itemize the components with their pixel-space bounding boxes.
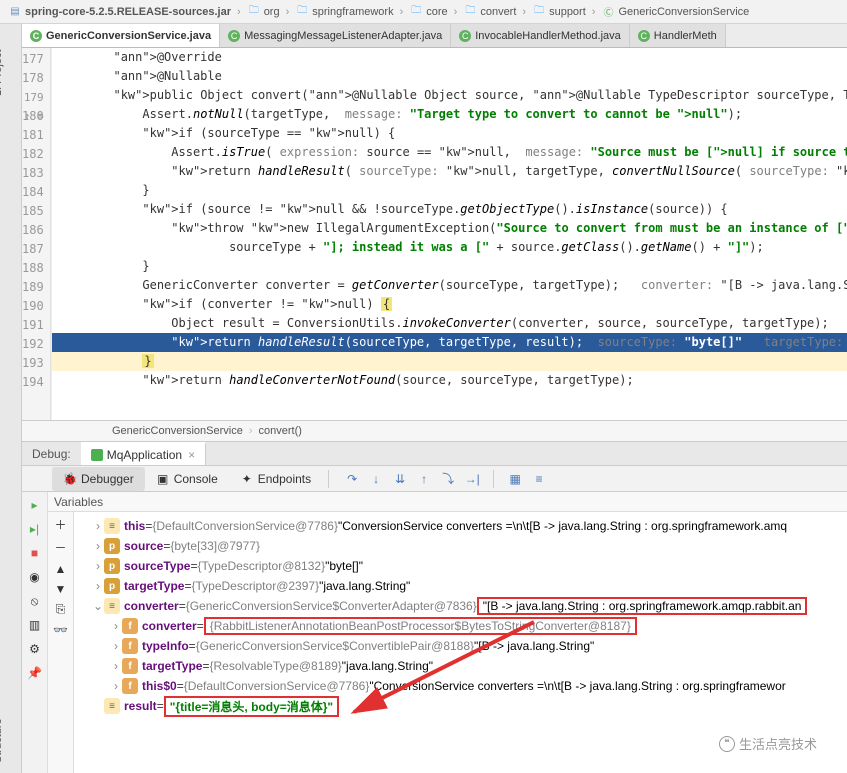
structure-tool-button[interactable]: Structure — [0, 718, 4, 763]
code-editor[interactable]: 177178179 ↑ ⊜180181182183184185186187188… — [22, 48, 847, 438]
java-file-icon: C — [459, 30, 471, 42]
view-breakpoints-icon[interactable]: ◉ — [26, 568, 44, 586]
rerun-icon[interactable]: ▸| — [26, 520, 44, 538]
step-over-icon[interactable]: ↷ — [343, 470, 361, 488]
left-tool-stripe: 1: Project Structure — [0, 24, 22, 773]
endpoints-icon: ✦ — [240, 472, 254, 486]
folder-icon: 🗀 — [463, 5, 477, 19]
wechat-icon: ❝ — [719, 736, 735, 752]
file-tab[interactable]: CHandlerMeth — [630, 24, 726, 47]
variables-body: ＋ － ▲ ▼ ⎘ 👓 ›≡this = {DefaultConversionS… — [48, 512, 847, 773]
watermark: ❝ 生活点亮技术 — [719, 734, 817, 753]
debug-tool-window-tabs: Debug: MqApplication × — [22, 442, 847, 466]
crumb-jar[interactable]: ▤spring-core-5.2.5.RELEASE-sources.jar — [4, 5, 235, 19]
debugger-tab[interactable]: 🐞Debugger — [52, 467, 145, 491]
debug-left-toolbar: ▸ ▸| ■ ◉ ⦸ ▥ ⚙ 📌 — [22, 492, 48, 773]
vars-toolbar: ＋ － ▲ ▼ ⎘ 👓 — [48, 512, 74, 773]
pin-icon[interactable]: 📌 — [26, 664, 44, 682]
variable-row[interactable]: ›fconverter = {RabbitListenerAnnotationB… — [74, 616, 847, 636]
close-session-icon[interactable]: × — [188, 448, 195, 462]
glasses-icon[interactable]: 👓 — [53, 623, 68, 637]
spring-boot-icon — [91, 449, 103, 461]
layout-icon[interactable]: ▥ — [26, 616, 44, 634]
settings-icon[interactable]: ⚙ — [26, 640, 44, 658]
variable-row[interactable]: ≡result = "{title=消息头, body=消息体}" — [74, 696, 847, 716]
crumb-folder[interactable]: 🗀convert — [459, 5, 520, 19]
crumb-folder[interactable]: 🗀springframework — [291, 5, 397, 19]
up-icon[interactable]: ▲ — [55, 562, 67, 576]
java-file-icon: C — [638, 30, 650, 42]
file-tab[interactable]: CInvocableHandlerMethod.java — [451, 24, 630, 47]
variable-row[interactable]: ›ptargetType = {TypeDescriptor@2397} "ja… — [74, 576, 847, 596]
remove-watch-icon[interactable]: － — [54, 539, 66, 556]
bug-icon: 🐞 — [63, 472, 77, 486]
debug-panel: Debug: MqApplication × 🐞Debugger ▣Consol… — [22, 442, 847, 773]
crumb-folder[interactable]: 🗀support — [528, 5, 590, 19]
context-breadcrumb[interactable]: GenericConversionService›convert() — [22, 420, 847, 442]
file-tab[interactable]: CMessagingMessageListenerAdapter.java — [220, 24, 451, 47]
add-watch-icon[interactable]: ＋ — [54, 516, 66, 533]
variables-header: Variables — [48, 492, 847, 512]
variable-row[interactable]: ›psource = {byte[33]@7977} — [74, 536, 847, 556]
resume-icon[interactable]: ▸ — [26, 496, 44, 514]
variable-row[interactable]: ›ftargetType = {ResolvableType@8189} "ja… — [74, 656, 847, 676]
run-to-cursor-icon[interactable]: →| — [463, 470, 481, 488]
stop-icon[interactable]: ■ — [26, 544, 44, 562]
breadcrumb-bar: ▤spring-core-5.2.5.RELEASE-sources.jar ›… — [0, 0, 847, 24]
step-into-icon[interactable]: ↓ — [367, 470, 385, 488]
drop-frame-icon[interactable]: ⤵ — [439, 470, 457, 488]
down-icon[interactable]: ▼ — [55, 582, 67, 596]
console-tab[interactable]: ▣Console — [145, 467, 229, 491]
java-file-icon: C — [228, 30, 240, 42]
variable-row[interactable]: ⌄≡converter = {GenericConversionService$… — [74, 596, 847, 616]
editor-tabs: CGenericConversionService.java CMessagin… — [0, 24, 847, 48]
variable-row[interactable]: ›fthis$0 = {DefaultConversionService@778… — [74, 676, 847, 696]
crumb-folder[interactable]: 🗀org — [243, 5, 284, 19]
line-number-gutter: 177178179 ↑ ⊜180181182183184185186187188… — [22, 48, 51, 438]
folder-icon: 🗀 — [409, 5, 423, 19]
force-step-into-icon[interactable]: ⇊ — [391, 470, 409, 488]
jar-icon: ▤ — [8, 5, 22, 19]
variable-row[interactable]: ›ftypeInfo = {GenericConversionService$C… — [74, 636, 847, 656]
mute-breakpoints-icon[interactable]: ⦸ — [26, 592, 44, 610]
copy-icon[interactable]: ⎘ — [56, 602, 66, 617]
debug-inner-toolbar: 🐞Debugger ▣Console ✦Endpoints ↷ ↓ ⇊ ↑ ⤵ … — [22, 466, 847, 492]
variables-tree[interactable]: ›≡this = {DefaultConversionService@7786}… — [74, 512, 847, 773]
code-content[interactable]: "ann">@Override "ann">@Nullable "kw">pub… — [52, 48, 847, 438]
file-tab-active[interactable]: CGenericConversionService.java — [22, 24, 220, 47]
folder-icon: 🗀 — [247, 5, 261, 19]
console-icon: ▣ — [156, 472, 170, 486]
endpoints-tab[interactable]: ✦Endpoints — [229, 467, 322, 491]
java-file-icon: C — [30, 30, 42, 42]
debug-label: Debug: — [22, 442, 81, 465]
step-toolbar: ↷ ↓ ⇊ ↑ ⤵ →| ▦ ≡ — [343, 470, 548, 488]
project-tool-button[interactable]: 1: Project — [0, 50, 4, 96]
debug-session-tab[interactable]: MqApplication × — [81, 442, 206, 465]
variable-row[interactable]: ›psourceType = {TypeDescriptor@8132} "by… — [74, 556, 847, 576]
trace-icon[interactable]: ≡ — [530, 470, 548, 488]
evaluate-icon[interactable]: ▦ — [506, 470, 524, 488]
crumb-class[interactable]: ⒸGenericConversionService — [597, 5, 753, 19]
folder-icon: 🗀 — [295, 5, 309, 19]
debug-main: Variables ＋ － ▲ ▼ ⎘ 👓 ›≡this = {DefaultC… — [48, 492, 847, 773]
variable-row[interactable]: ›≡this = {DefaultConversionService@7786}… — [74, 516, 847, 536]
step-out-icon[interactable]: ↑ — [415, 470, 433, 488]
debug-body: ▸ ▸| ■ ◉ ⦸ ▥ ⚙ 📌 Variables ＋ － ▲ ▼ ⎘ 👓 — [22, 492, 847, 773]
folder-icon: 🗀 — [532, 5, 546, 19]
crumb-folder[interactable]: 🗀core — [405, 5, 451, 19]
class-icon: Ⓒ — [601, 5, 615, 19]
